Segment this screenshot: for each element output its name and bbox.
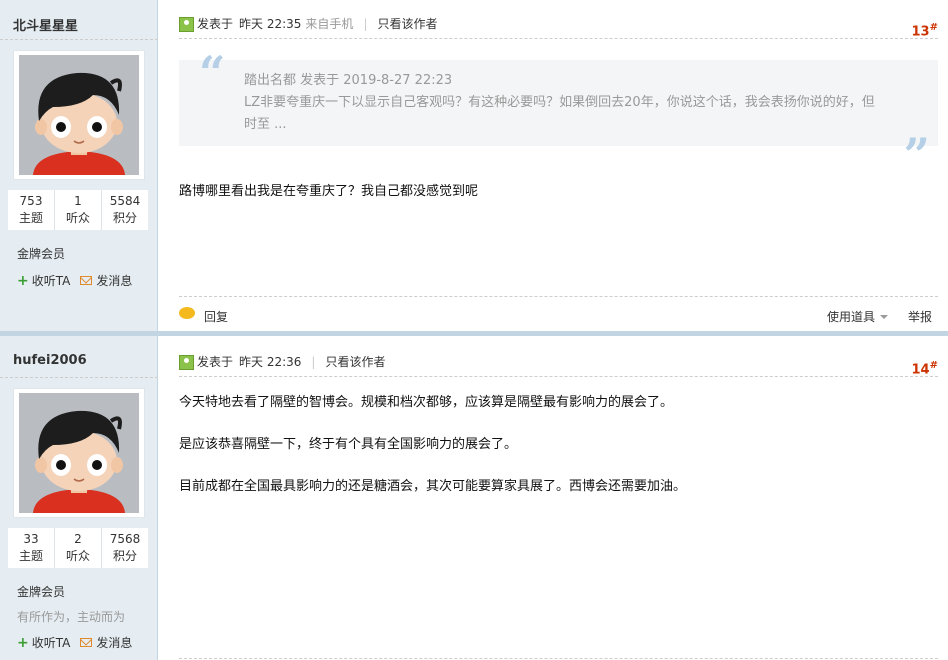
reply-button[interactable]: 回复: [204, 308, 228, 325]
follow-link[interactable]: 收听TA: [32, 272, 71, 289]
post-13: 北斗星星星 753 主题 1 听众 5584 积分 金牌会员 + 收听TA 发消…: [0, 0, 948, 331]
plus-icon: +: [17, 272, 29, 289]
post-paragraph: 今天特地去看了隔壁的智博会。规模和档次都够，应该算是隔壁最有影响力的展会了。: [179, 395, 674, 410]
user-signature: 有所作为，主动而为: [17, 610, 126, 624]
avatar-image: [19, 55, 139, 175]
avatar[interactable]: [13, 50, 145, 180]
stat-listeners[interactable]: 1 听众: [55, 190, 102, 230]
post-paragraph: 目前成都在全国最具影响力的还是糖酒会，其次可能要算家具展了。西博会还需要加油。: [179, 479, 687, 494]
stat-points[interactable]: 5584 积分: [102, 190, 148, 230]
quote-meta: 踏出名都 发表于 2019-8-27 22:23: [244, 73, 453, 88]
use-tools-dropdown[interactable]: 使用道具: [827, 308, 888, 325]
post-source: 来自手机: [305, 17, 354, 31]
report-button[interactable]: 举报: [908, 308, 932, 325]
online-status-icon: [179, 17, 194, 32]
author-sidebar: 北斗星星星 753 主题 1 听众 5584 积分 金牌会员 + 收听TA 发消…: [0, 0, 158, 331]
post-paragraph: 是应该恭喜隔壁一下，终于有个具有全国影响力的展会了。: [179, 437, 518, 452]
posted-label: 发表于: [197, 17, 234, 31]
plus-icon: +: [17, 634, 29, 651]
user-group[interactable]: 金牌会员: [17, 245, 65, 262]
quote-block: “ 踏出名都 发表于 2019-8-27 22:23 LZ非要夸重庆一下以显示自…: [179, 46, 938, 178]
author-name[interactable]: 北斗星星星: [13, 15, 78, 34]
stat-points[interactable]: 7568 积分: [102, 528, 148, 568]
stat-listeners[interactable]: 2 听众: [55, 528, 102, 568]
sidebar-divider: [0, 39, 158, 40]
post-paragraph: 路博哪里看出我是在夸重庆了？我自己都没感觉到呢: [179, 184, 479, 199]
author-stats: 753 主题 1 听众 5584 积分: [8, 190, 148, 230]
sidebar-divider: [0, 377, 158, 378]
author-stats: 33 主题 2 听众 7568 积分: [8, 528, 148, 568]
online-status-icon: [179, 355, 194, 370]
avatar-image: [19, 393, 139, 513]
post-content-area: 发表于 昨天 22:35 来自手机 | 只看该作者 13# “ 踏出名都 发表于…: [179, 0, 938, 331]
follow-link[interactable]: 收听TA: [32, 634, 71, 651]
avatar[interactable]: [13, 388, 145, 518]
author-actions: + 收听TA 发消息: [17, 634, 132, 651]
reply-bubble-icon: [179, 307, 195, 319]
author-name[interactable]: hufei2006: [13, 353, 87, 368]
floor-number[interactable]: 13#: [912, 19, 938, 41]
message-link[interactable]: 发消息: [96, 634, 132, 651]
message-link[interactable]: 发消息: [96, 272, 132, 289]
user-group[interactable]: 金牌会员: [17, 583, 65, 600]
envelope-icon: [80, 638, 93, 647]
post-header: 发表于 昨天 22:35 来自手机 | 只看该作者 13#: [179, 15, 938, 39]
footer-divider: [179, 658, 938, 659]
post-time: 昨天 22:36: [239, 355, 302, 369]
quote-text: LZ非要夸重庆一下以显示自己客观吗？有这种必要吗？如果倒回去20年，你说这个话，…: [244, 95, 875, 132]
post-header: 发表于 昨天 22:36 | 只看该作者 14#: [179, 353, 938, 377]
stat-topics[interactable]: 33 主题: [8, 528, 55, 568]
author-sidebar: hufei2006 33 主题 2 听众 7568 积分 金牌会员 有所作为，主…: [0, 336, 158, 660]
post-14: hufei2006 33 主题 2 听众 7568 积分 金牌会员 有所作为，主…: [0, 336, 948, 660]
floor-number[interactable]: 14#: [912, 357, 938, 379]
close-quote-icon: ”: [903, 128, 930, 182]
only-author-link[interactable]: 只看该作者: [325, 353, 385, 376]
post-footer: 回复 使用道具 举报: [179, 296, 938, 330]
envelope-icon: [80, 276, 93, 285]
header-divider: |: [311, 355, 316, 369]
posted-label: 发表于: [197, 355, 234, 369]
only-author-link[interactable]: 只看该作者: [377, 15, 437, 38]
post-content-area: 发表于 昨天 22:36 | 只看该作者 14# 今天特地去看了隔壁的智博会。规…: [179, 336, 938, 660]
header-divider: |: [363, 17, 368, 31]
stat-topics[interactable]: 753 主题: [8, 190, 55, 230]
author-actions: + 收听TA 发消息: [17, 272, 132, 289]
open-quote-icon: “: [199, 46, 226, 100]
post-time: 昨天 22:35: [239, 17, 302, 31]
